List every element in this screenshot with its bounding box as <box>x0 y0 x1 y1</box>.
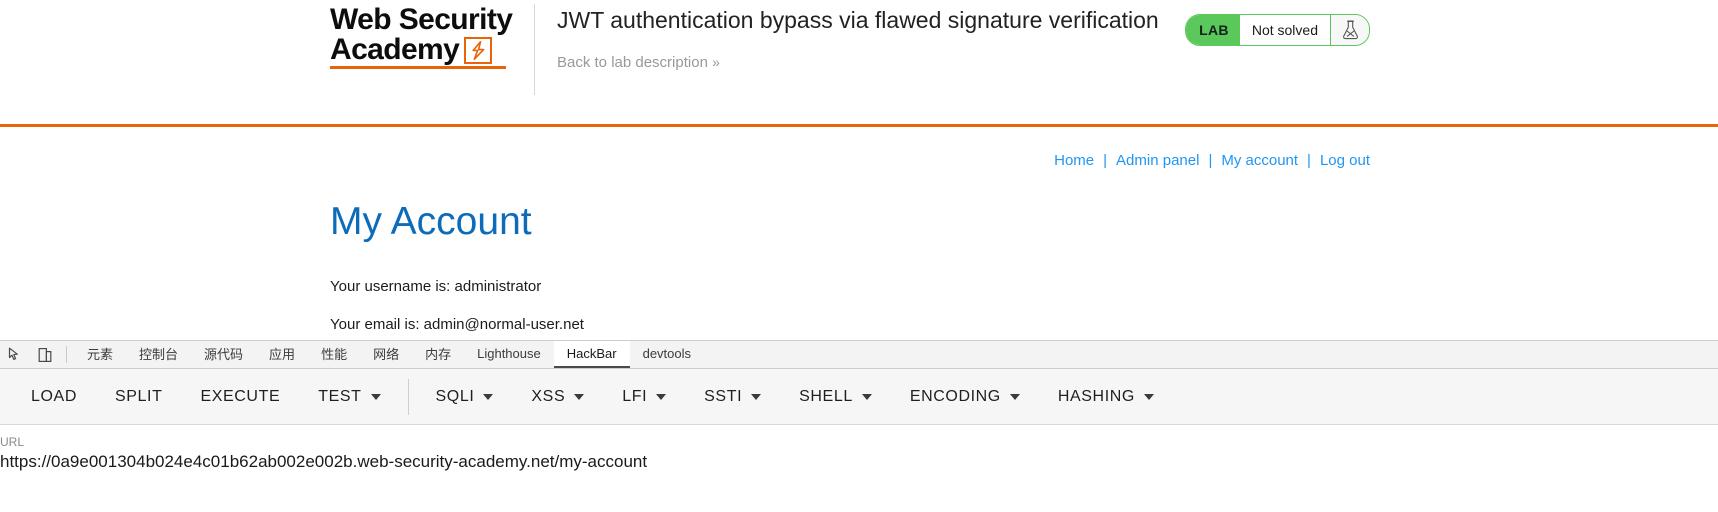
hackbar-load-button[interactable]: LOAD <box>12 378 96 416</box>
hackbar-execute-label: EXECUTE <box>200 387 281 405</box>
devtools-tab-hackbar[interactable]: HackBar <box>553 341 630 368</box>
hackbar-url-input[interactable]: https://0a9e001304b024e4c01b62ab002e002b… <box>0 452 1718 472</box>
lightning-bolt-icon <box>464 36 493 64</box>
browser-page-region: Web Security Academy JWT authentication … <box>0 0 1718 340</box>
nav-link-my-account[interactable]: My account <box>1221 152 1298 169</box>
nav-link-admin-panel[interactable]: Admin panel <box>1116 152 1199 169</box>
chevron-down-icon <box>370 393 381 400</box>
chevron-down-icon <box>1143 393 1154 400</box>
hackbar-xss-label: XSS <box>531 387 566 405</box>
hackbar-shell-label: SHELL <box>799 387 853 405</box>
hackbar-lfi-menu[interactable]: LFI <box>603 378 685 416</box>
hackbar-split-button[interactable]: SPLIT <box>96 378 181 416</box>
lab-status-badge[interactable]: LAB Not solved <box>1185 14 1370 46</box>
chevron-down-icon <box>483 393 494 400</box>
account-username-line: Your username is: administrator <box>330 278 542 295</box>
site-navigation: Home | Admin panel | My account | Log ou… <box>1054 152 1370 169</box>
page-title: JWT authentication bypass via flawed sig… <box>557 7 1159 33</box>
hackbar-sqli-menu[interactable]: SQLI <box>417 378 513 416</box>
chevron-down-icon <box>751 393 762 400</box>
chevron-down-icon <box>656 393 667 400</box>
chevron-down-icon <box>861 393 872 400</box>
nav-link-home[interactable]: Home <box>1054 152 1094 169</box>
web-security-academy-logo[interactable]: Web Security Academy <box>330 0 526 69</box>
hackbar-test-label: TEST <box>318 387 362 405</box>
hackbar-url-label: URL <box>0 435 25 449</box>
header-inner: Web Security Academy JWT authentication … <box>330 0 1718 121</box>
hackbar-test-button[interactable]: TEST <box>299 378 399 416</box>
hackbar-encoding-label: ENCODING <box>909 387 1001 405</box>
hackbar-hashing-label: HASHING <box>1057 387 1135 405</box>
devtools-tabbar: 元素 控制台 源代码 应用 性能 网络 内存 Lighthouse HackBa… <box>0 341 1718 369</box>
hackbar-shell-menu[interactable]: SHELL <box>780 378 891 416</box>
devtools-tab-lighthouse[interactable]: Lighthouse <box>464 341 554 368</box>
lab-status-text: Not solved <box>1251 22 1318 38</box>
devtools-tab-memory[interactable]: 内存 <box>412 341 464 368</box>
hackbar-split-label: SPLIT <box>114 387 163 405</box>
devtools-tab-network[interactable]: 网络 <box>360 341 412 368</box>
hackbar-toolbar-separator <box>407 378 409 415</box>
nav-link-log-out[interactable]: Log out <box>1320 152 1370 169</box>
account-heading: My Account <box>330 200 532 243</box>
device-toolbar-icon[interactable] <box>30 341 60 368</box>
logo-line-1: Web Security <box>330 3 513 36</box>
back-link-label: Back to lab description <box>557 54 708 71</box>
hackbar-url-area: URL https://0a9e001304b024e4c01b62ab002e… <box>0 425 1718 472</box>
lab-tag-label: LAB <box>1186 15 1240 45</box>
devtools-panel: 元素 控制台 源代码 应用 性能 网络 内存 Lighthouse HackBa… <box>0 340 1718 512</box>
devtools-tab-sources[interactable]: 源代码 <box>191 341 256 368</box>
logo-line-2-row: Academy <box>330 35 506 69</box>
flask-icon[interactable] <box>1330 15 1369 45</box>
chevron-down-icon <box>574 393 585 400</box>
inspect-element-icon[interactable] <box>0 341 30 368</box>
chevron-down-icon <box>1009 393 1020 400</box>
devtools-toolbar-separator <box>66 346 67 363</box>
hackbar-toolbar: LOAD SPLIT EXECUTE TEST SQLI XSS LFI SST… <box>0 369 1718 425</box>
devtools-tab-application[interactable]: 应用 <box>256 341 308 368</box>
hackbar-xss-menu[interactable]: XSS <box>512 378 603 416</box>
hackbar-encoding-menu[interactable]: ENCODING <box>891 378 1039 416</box>
back-to-lab-description-link[interactable]: Back to lab description » <box>557 54 1718 71</box>
academy-header: Web Security Academy JWT authentication … <box>0 0 1718 127</box>
devtools-tab-console[interactable]: 控制台 <box>126 341 191 368</box>
nav-separator: | <box>1307 152 1311 169</box>
nav-separator: | <box>1208 152 1213 169</box>
double-chevron-right-icon: » <box>712 54 720 70</box>
hackbar-load-label: LOAD <box>31 387 77 405</box>
account-content: My Account Your username is: administrat… <box>330 200 1030 340</box>
devtools-tab-performance[interactable]: 性能 <box>308 341 360 368</box>
devtools-tab-elements[interactable]: 元素 <box>74 341 126 368</box>
nav-separator: | <box>1103 152 1108 169</box>
hackbar-sqli-label: SQLI <box>435 387 475 405</box>
account-email-line: Your email is: admin@normal-user.net <box>330 316 584 333</box>
hackbar-hashing-menu[interactable]: HASHING <box>1039 378 1173 416</box>
devtools-tab-devtools[interactable]: devtools <box>630 341 704 368</box>
hackbar-ssti-label: SSTI <box>704 387 743 405</box>
hackbar-execute-button[interactable]: EXECUTE <box>181 378 299 416</box>
logo-line-2-text: Academy <box>330 33 460 66</box>
lab-title-block: JWT authentication bypass via flawed sig… <box>535 0 1718 71</box>
hackbar-ssti-menu[interactable]: SSTI <box>685 378 780 416</box>
hackbar-lfi-label: LFI <box>622 387 648 405</box>
